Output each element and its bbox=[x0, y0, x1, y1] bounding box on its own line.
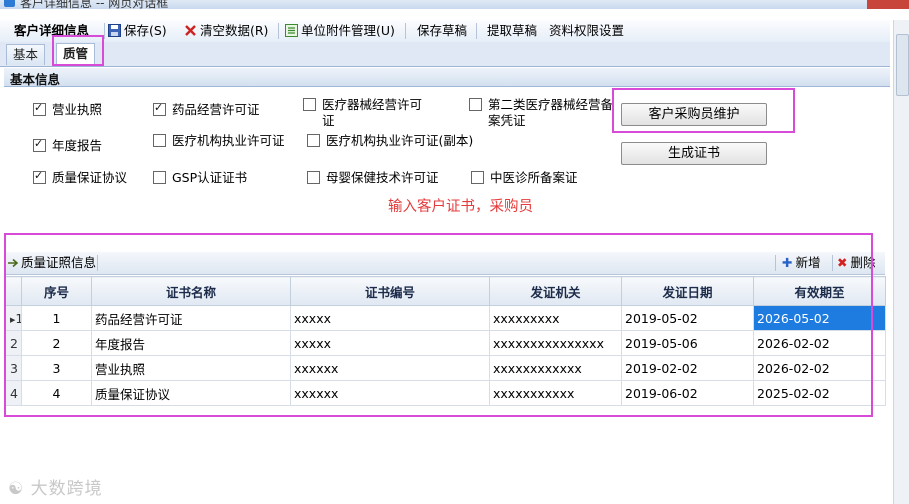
checkbox-box[interactable] bbox=[307, 171, 320, 184]
checkbox-label: 医疗机构执业许可证(副本) bbox=[326, 133, 474, 148]
toolbar-divider bbox=[104, 23, 105, 39]
tab-strip: 基本 质管 bbox=[0, 42, 890, 67]
checkbox-box[interactable] bbox=[469, 98, 482, 111]
checkbox-business-license[interactable]: 营业执照 bbox=[33, 101, 103, 118]
tab-highlight-box bbox=[52, 35, 104, 66]
save-label: 保存(S) bbox=[124, 23, 167, 38]
checkbox-box[interactable] bbox=[153, 171, 166, 184]
section-header: 基本信息 bbox=[4, 68, 890, 87]
clear-data-button[interactable]: 清空数据(R) bbox=[184, 20, 268, 42]
checkbox-box[interactable] bbox=[471, 171, 484, 184]
checkbox-label: GSP认证证书 bbox=[172, 170, 248, 185]
checkbox-box[interactable] bbox=[33, 137, 46, 152]
checkbox-drug-license[interactable]: 药品经营许可证 bbox=[153, 101, 260, 118]
vertical-scrollbar[interactable] bbox=[893, 20, 909, 504]
save-draft-button[interactable]: 保存草稿 bbox=[417, 20, 467, 42]
watermark: ☯ 大数跨境 bbox=[8, 479, 103, 499]
checkbox-label: 年度报告 bbox=[52, 138, 103, 153]
clear-label: 清空数据(R) bbox=[200, 23, 269, 38]
clear-icon bbox=[185, 25, 196, 36]
checkbox-box[interactable] bbox=[33, 169, 46, 184]
permission-settings-button[interactable]: 资料权限设置 bbox=[549, 20, 624, 42]
scrollbar-thumb[interactable] bbox=[896, 34, 909, 96]
checkbox-medical-license-copy[interactable]: 医疗机构执业许可证(副本) bbox=[307, 133, 473, 149]
save-button[interactable]: 保存(S) bbox=[108, 20, 167, 42]
buyer-maintain-button[interactable]: 客户采购员维护 bbox=[621, 103, 767, 126]
generate-cert-button[interactable]: 生成证书 bbox=[621, 142, 767, 165]
checkbox-box[interactable] bbox=[153, 134, 166, 147]
attachment-label: 单位附件管理(U) bbox=[301, 23, 395, 38]
section-title: 基本信息 bbox=[10, 72, 61, 87]
tab-basic[interactable]: 基本 bbox=[6, 44, 46, 65]
checkbox-box[interactable] bbox=[33, 101, 46, 116]
checkbox-label: 医疗机构执业许可证 bbox=[172, 133, 285, 148]
checkbox-class2-device-record[interactable]: 第二类医疗器械经营备案凭证 bbox=[469, 97, 614, 129]
checkbox-maternal-license[interactable]: 母婴保健技术许可证 bbox=[307, 170, 439, 186]
toolbar-divider bbox=[405, 23, 406, 39]
window-titlebar: 客户详细信息 -- 网页对话框 bbox=[0, 0, 909, 9]
toolbar-divider bbox=[476, 23, 477, 39]
checkbox-annual-report[interactable]: 年度报告 bbox=[33, 137, 103, 154]
checkbox-label: 药品经营许可证 bbox=[172, 102, 260, 117]
checkbox-label: 质量保证协议 bbox=[52, 170, 128, 185]
fetch-draft-button[interactable]: 提取草稿 bbox=[487, 20, 537, 42]
save-icon bbox=[108, 24, 121, 37]
checkbox-box[interactable] bbox=[153, 101, 166, 116]
checkbox-label: 中医诊所备案证 bbox=[490, 170, 578, 185]
window-close-button[interactable] bbox=[867, 0, 909, 9]
checkbox-box[interactable] bbox=[303, 98, 316, 111]
toolbar: 客户详细信息 保存(S) 清空数据(R) 单位附件管理(U) 保存草稿 提取草稿… bbox=[0, 20, 890, 43]
attachment-manage-button[interactable]: 单位附件管理(U) bbox=[285, 20, 395, 42]
checkbox-quality-agreement[interactable]: 质量保证协议 bbox=[33, 169, 128, 186]
checkbox-label: 母婴保健技术许可证 bbox=[326, 170, 439, 185]
annotation-text: 输入客户证书，采购员 bbox=[388, 199, 533, 215]
ie-icon bbox=[4, 0, 15, 7]
attachment-icon bbox=[285, 24, 298, 37]
checkbox-medical-license[interactable]: 医疗机构执业许可证 bbox=[153, 133, 285, 149]
checkbox-label: 营业执照 bbox=[52, 102, 103, 117]
checkbox-box[interactable] bbox=[307, 134, 320, 147]
watermark-logo-icon: ☯ bbox=[8, 479, 31, 499]
checkbox-device-license[interactable]: 医疗器械经营许可证 bbox=[303, 97, 434, 129]
checkbox-gsp-cert[interactable]: GSP认证证书 bbox=[153, 170, 247, 186]
window-title: 客户详细信息 -- 网页对话框 bbox=[20, 0, 169, 9]
checkbox-label: 第二类医疗器械经营备案凭证 bbox=[488, 97, 614, 128]
checkbox-label: 医疗器械经营许可证 bbox=[322, 97, 423, 128]
toolbar-divider bbox=[278, 23, 279, 39]
checkbox-tcm-clinic-record[interactable]: 中医诊所备案证 bbox=[471, 170, 578, 186]
grid-highlight-box bbox=[4, 233, 873, 417]
